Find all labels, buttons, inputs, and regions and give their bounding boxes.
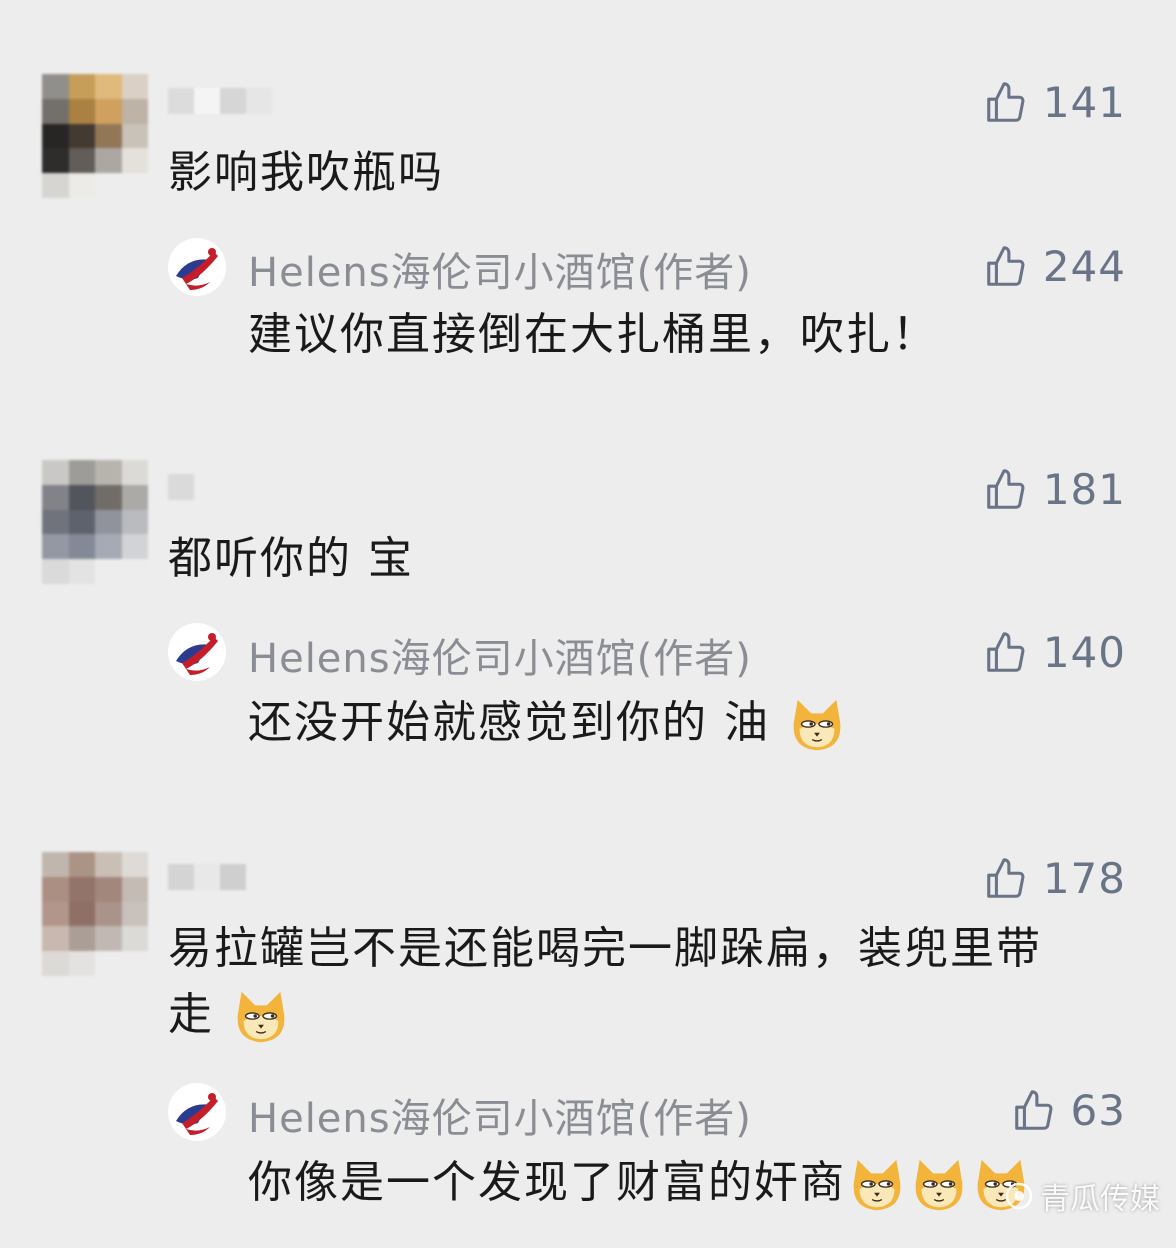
like-count: 140 — [1042, 628, 1126, 677]
like-count: 141 — [1042, 78, 1126, 127]
helens-logo-icon — [169, 624, 225, 680]
watermark-logo-icon — [1005, 1182, 1033, 1210]
username-blurred[interactable] — [168, 864, 246, 890]
author-avatar[interactable] — [168, 623, 226, 681]
like-button[interactable]: 141 — [983, 80, 1126, 126]
like-count: 181 — [1042, 465, 1126, 514]
reply-like-button[interactable]: 244 — [983, 244, 1126, 290]
doge-emoji-icon — [915, 1159, 963, 1211]
reply-like-button[interactable]: 63 — [1011, 1088, 1126, 1134]
comment-text-line: 易拉罐岂不是还能喝完一脚跺扁，装兜里带 — [168, 923, 1042, 974]
avatar[interactable] — [42, 852, 148, 976]
avatar[interactable] — [42, 74, 148, 198]
watermark-text: 青瓜传媒 — [1040, 1182, 1160, 1217]
thumbs-up-icon — [987, 82, 1025, 122]
thumbs-up-icon — [987, 632, 1025, 672]
comment-text-tail: 走 — [168, 989, 214, 1040]
doge-emoji-icon — [237, 991, 285, 1043]
watermark: 青瓜传媒 — [1004, 1174, 1160, 1218]
like-count: 244 — [1042, 242, 1126, 291]
thumbs-up-icon — [987, 246, 1025, 286]
comment-text: 易拉罐岂不是还能喝完一脚跺扁，装兜里带 走 — [168, 916, 1118, 1048]
reply-author-name[interactable]: Helens海伦司小酒馆(作者) — [248, 1086, 752, 1144]
username-blurred[interactable] — [168, 88, 272, 114]
helens-logo-icon — [169, 1084, 225, 1140]
reply-text-content: 你像是一个发现了财富的奸商 — [248, 1157, 846, 1208]
username-blurred[interactable] — [168, 474, 194, 500]
like-button[interactable]: 181 — [983, 467, 1126, 513]
helens-logo-icon — [169, 239, 225, 295]
avatar[interactable] — [42, 460, 148, 584]
author-avatar[interactable] — [168, 1083, 226, 1141]
reply-author-name[interactable]: Helens海伦司小酒馆(作者) — [248, 626, 752, 684]
reply-text-content: 还没开始就感觉到你的 油 — [248, 697, 770, 748]
author-avatar[interactable] — [168, 238, 226, 296]
like-button[interactable]: 178 — [983, 856, 1126, 902]
reply-text: 建议你直接倒在大扎桶里，吹扎！ — [248, 309, 938, 360]
thumbs-up-icon — [987, 469, 1025, 509]
doge-emoji-icon — [853, 1159, 901, 1211]
reply-author-name[interactable]: Helens海伦司小酒馆(作者) — [248, 240, 752, 298]
reply-like-button[interactable]: 140 — [983, 630, 1126, 676]
like-count: 63 — [1070, 1086, 1126, 1135]
comment-text: 影响我吹瓶吗 — [168, 147, 444, 198]
doge-emoji-icon — [793, 699, 841, 751]
reply-text: 还没开始就感觉到你的 油 — [248, 690, 848, 756]
thumbs-up-icon — [987, 858, 1025, 898]
comment-text: 都听你的 宝 — [168, 533, 414, 584]
thumbs-up-icon — [1014, 1090, 1052, 1130]
reply-text: 你像是一个发现了财富的奸商 — [248, 1150, 1032, 1216]
like-count: 178 — [1042, 854, 1126, 903]
comment-text-line: 走 — [168, 982, 1118, 1048]
